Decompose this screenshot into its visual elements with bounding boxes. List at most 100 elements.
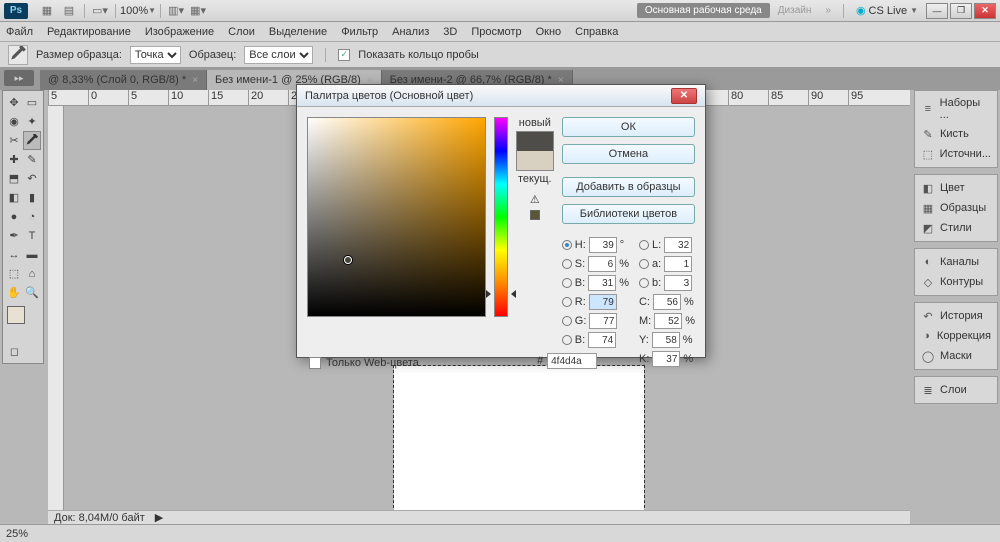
panel-color[interactable]: ◧Цвет [915,178,997,198]
eyedropper-tool[interactable] [23,131,41,150]
extras-icon[interactable]: ▦▾ [189,3,207,19]
l-input[interactable] [664,237,692,253]
brush-tool[interactable]: ✎ [23,150,41,169]
add-swatch-button[interactable]: Добавить в образцы [562,177,695,197]
radio-a[interactable] [639,259,649,269]
sample-from-select[interactable]: Все слои [244,46,313,64]
y-input[interactable] [652,332,680,348]
menu-image[interactable]: Изображение [145,26,214,38]
menu-help[interactable]: Справка [575,26,618,38]
workspace-design[interactable]: Дизайн [772,3,818,18]
3d-tool[interactable]: ⬚ [5,264,23,283]
screen-mode-icon[interactable]: ▭▾ [91,3,109,19]
workspace-more[interactable]: » [819,3,837,18]
hand-tool[interactable]: ✋ [5,283,23,302]
minibridge-icon[interactable]: ▤ [60,3,78,19]
type-tool[interactable]: T [23,226,41,245]
3d-camera-tool[interactable]: ⌂ [23,264,41,283]
dodge-tool[interactable]: ◔ [23,207,41,226]
arrange-icon[interactable]: ▥▾ [167,3,185,19]
workspace-button[interactable]: Основная рабочая среда [637,3,770,18]
s-input[interactable] [588,256,616,272]
doc-tab-0[interactable]: @ 8,33% (Слой 0, RGB/8) *× [40,70,207,90]
gamut-warning-icon[interactable]: ⚠ [530,193,540,206]
show-ring-checkbox[interactable]: ✓ [338,49,350,61]
gamut-color-swatch[interactable] [530,210,540,220]
c-input[interactable] [653,294,681,310]
shape-tool[interactable]: ▬ [23,245,41,264]
hex-input[interactable] [547,353,597,369]
menu-filter[interactable]: Фильтр [341,26,378,38]
web-only-checkbox[interactable]: ✓ [309,357,321,369]
panel-clone-source[interactable]: ⬚Источни... [915,144,997,164]
k-input[interactable] [652,351,680,367]
panel-presets[interactable]: ≡Наборы ... [915,94,997,124]
panel-layers[interactable]: ≣Слои [915,380,997,400]
radio-r[interactable] [562,297,572,307]
radio-b[interactable] [562,335,572,345]
fg-color-swatch[interactable] [7,306,25,324]
quickmask-tool[interactable]: ◻ [5,342,24,361]
menu-layer[interactable]: Слои [228,26,255,38]
g-input[interactable] [589,313,617,329]
radio-g[interactable] [562,316,572,326]
panel-styles[interactable]: ◩Стили [915,218,997,238]
pen-tool[interactable]: ✒ [5,226,23,245]
radio-lab-b[interactable] [639,278,649,288]
move-tool[interactable]: ✥ [5,93,23,112]
history-brush-tool[interactable]: ↶ [23,169,41,188]
color-libs-button[interactable]: Библиотеки цветов [562,204,695,224]
new-color-swatch[interactable] [517,132,553,151]
panel-adjustments[interactable]: ◑Коррекция [915,326,997,346]
panel-history[interactable]: ↶История [915,306,997,326]
status-zoom[interactable]: 25% [6,528,28,540]
bv-input[interactable] [588,275,616,291]
cslive-button[interactable]: ◉CS Live▼ [856,4,918,17]
wand-tool[interactable]: ✦ [23,112,41,131]
minimize-button[interactable]: — [926,3,948,19]
radio-l[interactable] [639,240,649,250]
menu-3d[interactable]: 3D [443,26,457,38]
eraser-tool[interactable]: ◧ [5,188,23,207]
dialog-close-button[interactable]: ✕ [671,88,697,104]
zoom-tool[interactable]: 🔍 [23,283,41,302]
r-input[interactable] [589,294,617,310]
radio-h[interactable] [562,240,572,250]
menu-select[interactable]: Выделение [269,26,327,38]
menu-edit[interactable]: Редактирование [47,26,131,38]
blur-tool[interactable]: ● [5,207,23,226]
sample-size-select[interactable]: Точка [130,46,181,64]
b-input[interactable] [588,332,616,348]
sv-cursor[interactable] [344,256,352,264]
dialog-titlebar[interactable]: Палитра цветов (Основной цвет) ✕ [297,85,705,107]
lasso-tool[interactable]: ◉ [5,112,23,131]
radio-bv[interactable] [562,278,572,288]
crop-tool[interactable]: ✂ [5,131,23,150]
eyedropper-tool-icon[interactable] [8,45,28,65]
color-swatches[interactable] [5,306,41,338]
gradient-tool[interactable]: ▮ [23,188,41,207]
menu-analysis[interactable]: Анализ [392,26,429,38]
panel-brush[interactable]: ✎Кисть [915,124,997,144]
heal-tool[interactable]: ✚ [5,150,23,169]
h-input[interactable] [589,237,617,253]
menu-window[interactable]: Окно [536,26,562,38]
panel-masks[interactable]: ◯Маски [915,346,997,366]
current-color-swatch[interactable] [517,151,553,170]
radio-s[interactable] [562,259,572,269]
ok-button[interactable]: ОК [562,117,695,137]
lab-b-input[interactable] [664,275,692,291]
menu-view[interactable]: Просмотр [471,26,521,38]
ruler-vertical[interactable] [48,106,64,524]
marquee-tool[interactable]: ▭ [23,93,41,112]
m-input[interactable] [654,313,682,329]
document-canvas[interactable] [394,366,644,510]
saturation-value-box[interactable] [307,117,486,317]
hue-slider[interactable] [494,117,508,317]
a-input[interactable] [664,256,692,272]
cancel-button[interactable]: Отмена [562,144,695,164]
close-tab-icon[interactable]: × [192,75,198,86]
panel-channels[interactable]: ◐Каналы [915,252,997,272]
stamp-tool[interactable]: ⬒ [5,169,23,188]
hue-cursor[interactable] [490,292,512,296]
